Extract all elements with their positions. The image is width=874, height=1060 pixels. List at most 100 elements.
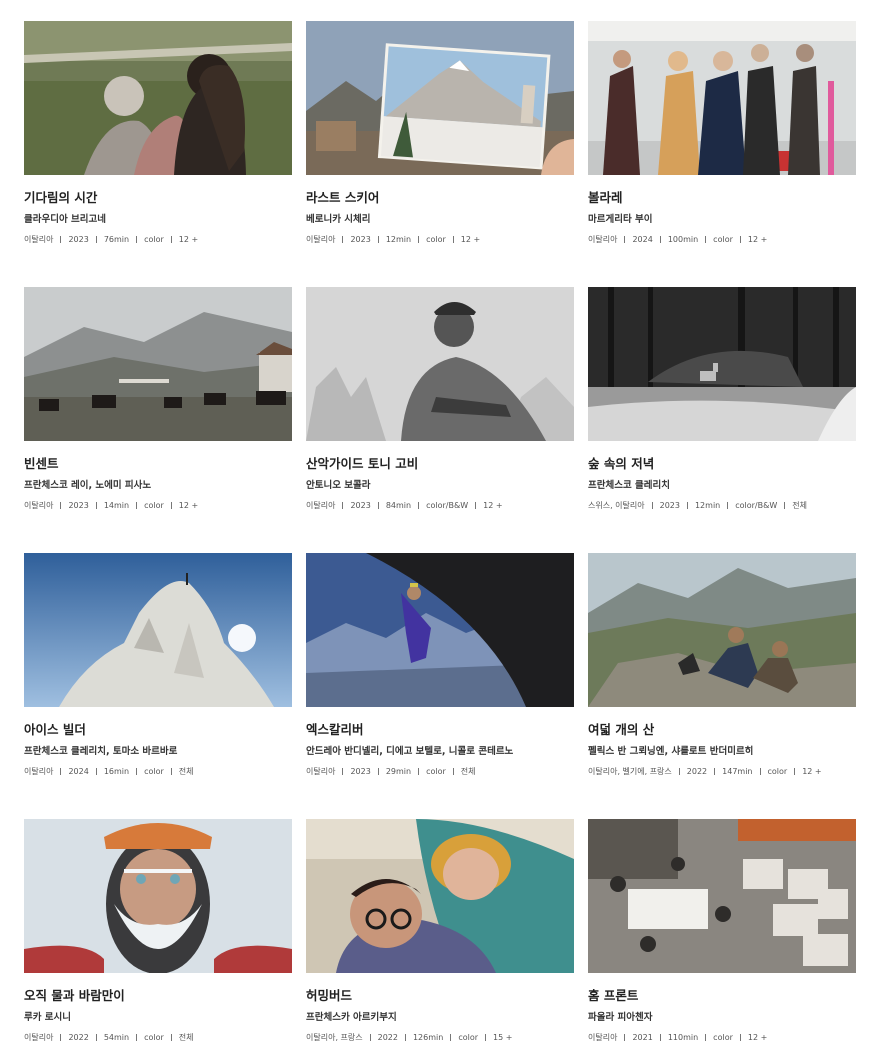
- film-thumbnail[interactable]: [24, 21, 292, 175]
- meta-rating: 12 +: [747, 235, 768, 244]
- film-director: 클라우디아 브리고네: [24, 214, 106, 225]
- meta-rating: 전체: [792, 501, 807, 510]
- film-card[interactable]: 홈 프론트 파올라 피아첸자 이탈리아 2021 110min color 12 +: [588, 819, 856, 1060]
- film-thumbnail[interactable]: [306, 819, 574, 973]
- meta-divider: [95, 768, 97, 775]
- film-title[interactable]: 기다림의 시간: [24, 191, 292, 205]
- meta-color: color: [144, 235, 164, 244]
- meta-divider: [714, 768, 716, 775]
- film-meta: 이탈리아, 벨기에, 프랑스 2022 147min color 12 +: [588, 767, 856, 777]
- film-card[interactable]: 아이스 빌더 프란체스코 클레리치, 토마소 바르바로 이탈리아 2024 16mi…: [24, 553, 292, 819]
- film-card[interactable]: 볼라레 마르게리타 부이 이탈리아 2024 100min color 12 +: [588, 21, 856, 287]
- film-thumbnail[interactable]: [306, 21, 574, 175]
- film-title[interactable]: 산악가이드 토니 고비: [306, 457, 574, 471]
- film-card[interactable]: 엑스칼리버 안드레아 반디넬리, 디에고 보텔로, 니콜로 콘테르노 이탈리아 2…: [306, 553, 574, 819]
- film-title[interactable]: 여덟 개의 산: [588, 723, 856, 737]
- film-thumbnail[interactable]: [588, 21, 856, 175]
- film-director: 프란체스카 아르키부지: [306, 1012, 397, 1023]
- meta-divider: [342, 236, 344, 243]
- film-thumbnail[interactable]: [24, 287, 292, 441]
- meta-divider: [377, 768, 379, 775]
- film-title[interactable]: 엑스칼리버: [306, 723, 574, 737]
- meta-divider: [60, 768, 62, 775]
- film-title[interactable]: 라스트 스키어: [306, 191, 574, 205]
- meta-rating: 전체: [178, 1033, 194, 1042]
- meta-runtime: 100min: [667, 235, 699, 244]
- meta-runtime: 147min: [722, 767, 753, 776]
- film-thumbnail[interactable]: [24, 819, 292, 973]
- meta-year: 2023: [68, 235, 89, 244]
- meta-rating: 12 +: [178, 501, 199, 510]
- meta-country: 이탈리아: [306, 235, 336, 244]
- meta-year: 2023: [350, 501, 371, 510]
- film-card[interactable]: 여덟 개의 산 펠릭스 반 그뢰닝엔, 샤를로트 반더미르히 이탈리아, 벨기에…: [588, 553, 856, 819]
- meta-divider: [705, 1034, 707, 1041]
- meta-divider: [95, 1034, 97, 1041]
- film-title[interactable]: 빈센트: [24, 457, 292, 471]
- film-title[interactable]: 오직 물과 바람만이: [24, 989, 292, 1003]
- meta-color: color: [713, 1033, 733, 1042]
- meta-divider: [342, 768, 344, 775]
- meta-divider: [377, 236, 379, 243]
- film-title[interactable]: 볼라레: [588, 191, 856, 205]
- meta-divider: [170, 768, 172, 775]
- film-title[interactable]: 홈 프론트: [588, 989, 856, 1003]
- meta-divider: [170, 502, 172, 509]
- meta-divider: [342, 502, 344, 509]
- meta-divider: [485, 1034, 487, 1041]
- film-director: 펠릭스 반 그뢰닝엔, 샤를로트 반더미르히: [588, 746, 754, 757]
- film-grid: 기다림의 시간 클라우디아 브리고네 이탈리아 2023 76min color 12 …: [24, 21, 856, 1060]
- meta-color: color/B&W: [426, 501, 469, 510]
- meta-divider: [450, 1034, 452, 1041]
- meta-runtime: 76min: [103, 235, 130, 244]
- meta-rating: 15 +: [493, 1033, 513, 1042]
- meta-year: 2024: [632, 235, 653, 244]
- film-card[interactable]: 산악가이드 토니 고비 안토니오 보콜라 이탈리아 2023 84min color/…: [306, 287, 574, 553]
- meta-divider: [170, 236, 172, 243]
- film-thumbnail[interactable]: [588, 287, 856, 441]
- meta-divider: [95, 502, 97, 509]
- film-director: 안드레아 반디넬리, 디에고 보텔로, 니콜로 콘테르노: [306, 746, 514, 757]
- meta-divider: [418, 502, 420, 509]
- film-meta: 이탈리아 2023 84min color/B&W 12 +: [306, 501, 574, 511]
- meta-rating: 12 +: [178, 235, 199, 244]
- film-meta: 이탈리아 2024 16min color 전체: [24, 767, 292, 777]
- film-title[interactable]: 숲 속의 저녁: [588, 457, 856, 471]
- film-thumbnail[interactable]: [24, 553, 292, 707]
- film-card[interactable]: 오직 물과 바람만이 루카 로시니 이탈리아 2022 54min color 전체: [24, 819, 292, 1060]
- meta-rating: 전체: [178, 767, 194, 776]
- meta-divider: [739, 1034, 741, 1041]
- meta-divider: [95, 236, 97, 243]
- meta-divider: [727, 502, 729, 509]
- film-card[interactable]: 허밍버드 프란체스카 아르키부지 이탈리아, 프랑스 2022 126min colo…: [306, 819, 574, 1060]
- film-director: 마르게리타 부이: [588, 214, 653, 225]
- meta-divider: [136, 236, 138, 243]
- film-title[interactable]: 아이스 빌더: [24, 723, 292, 737]
- meta-runtime: 16min: [103, 767, 130, 776]
- film-card[interactable]: 라스트 스키어 베로니카 시체리 이탈리아 2023 12min color 12 +: [306, 21, 574, 287]
- meta-divider: [784, 502, 786, 509]
- film-card[interactable]: 기다림의 시간 클라우디아 브리고네 이탈리아 2023 76min color 12 …: [24, 21, 292, 287]
- meta-divider: [624, 1034, 626, 1041]
- meta-country: 이탈리아, 벨기에, 프랑스: [588, 767, 672, 776]
- meta-runtime: 14min: [103, 501, 130, 510]
- meta-divider: [624, 236, 626, 243]
- meta-color: color: [144, 767, 164, 776]
- film-thumbnail[interactable]: [588, 553, 856, 707]
- meta-runtime: 54min: [103, 1033, 130, 1042]
- film-card[interactable]: 숲 속의 저녁 프란체스코 클레리치 스위스, 이탈리아 2023 12min col…: [588, 287, 856, 553]
- film-thumbnail[interactable]: [306, 553, 574, 707]
- film-director: 파올라 피아첸자: [588, 1012, 653, 1023]
- meta-country: 이탈리아: [588, 1033, 618, 1042]
- film-thumbnail[interactable]: [306, 287, 574, 441]
- meta-year: 2022: [68, 1033, 89, 1042]
- film-thumbnail[interactable]: [588, 819, 856, 973]
- meta-divider: [60, 502, 62, 509]
- meta-divider: [659, 1034, 661, 1041]
- meta-color: color: [426, 235, 446, 244]
- film-card[interactable]: 빈센트 프란체스코 레이, 노에미 피사노 이탈리아 2023 14min color…: [24, 287, 292, 553]
- meta-runtime: 84min: [385, 501, 412, 510]
- film-title[interactable]: 허밍버드: [306, 989, 574, 1003]
- film-meta: 이탈리아 2022 54min color 전체: [24, 1033, 292, 1043]
- meta-runtime: 12min: [694, 501, 721, 510]
